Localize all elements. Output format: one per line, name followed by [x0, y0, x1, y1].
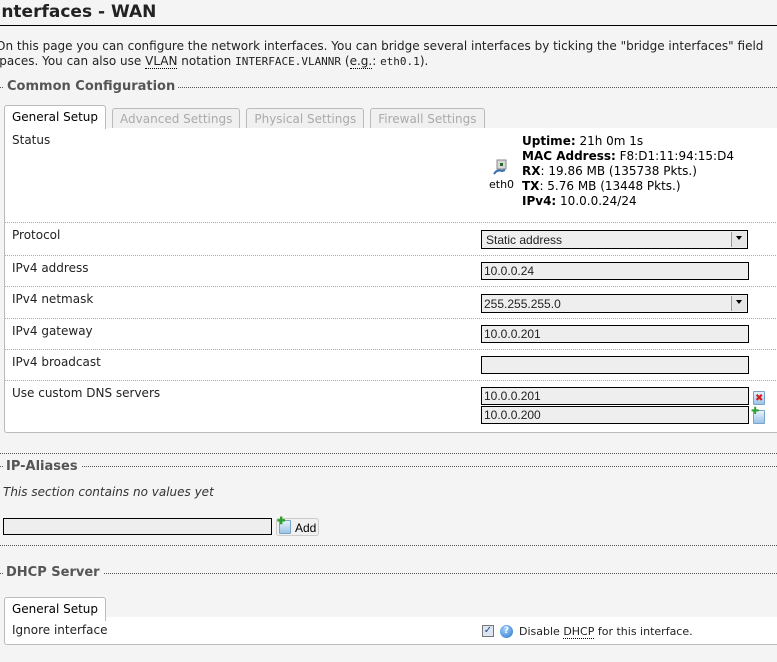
example-code: eth0.1 [380, 55, 420, 68]
protocol-selected-value: Static address [486, 233, 563, 247]
dns-server-input[interactable]: 10.0.0.200 [481, 406, 749, 424]
uptime-line: Uptime: 21h 0m 1s [522, 134, 734, 149]
ipv4-broadcast-input[interactable] [481, 356, 749, 374]
ipv4-address-label: IPv4 address [12, 261, 89, 275]
description-text: ). [419, 54, 429, 68]
status-info: Uptime: 21h 0m 1s MAC Address: F8:D1:11:… [522, 134, 734, 209]
tx-label: TX [522, 179, 540, 193]
rx-line: RX: 19.86 MB (135738 Pkts.) [522, 164, 734, 179]
chevron-down-icon [731, 296, 746, 311]
add-button-label: Add [295, 521, 317, 535]
device-name: eth0 [489, 178, 515, 191]
network-port-icon [493, 159, 507, 175]
dhcp-general-panel: Ignore interface ✓ ? Disable DHCP for th… [4, 617, 777, 645]
notation-code: INTERFACE.VLANNR [235, 55, 342, 68]
ignore-interface-checkbox[interactable]: ✓ [482, 625, 494, 637]
rx-label: RX [522, 164, 541, 178]
description-text: spaces. You can also use [0, 54, 146, 68]
ipv4-address-row: IPv4 address 10.0.0.24 [5, 256, 777, 287]
ipv4-address-input[interactable]: 10.0.0.24 [481, 262, 749, 280]
dhcp-tabs: General Setup [4, 597, 112, 621]
mac-value: F8:D1:11:94:15:D4 [615, 149, 734, 163]
protocol-select[interactable]: Static address [481, 230, 748, 249]
description-text: : [372, 54, 381, 68]
chevron-down-icon [731, 232, 746, 247]
ip-alias-name-input[interactable] [3, 518, 272, 535]
protocol-label: Protocol [12, 228, 61, 242]
help-icon: ? [500, 625, 513, 638]
add-dns-icon[interactable]: ✚ [751, 407, 765, 424]
uptime-label: Uptime: [522, 134, 576, 148]
ipv4-netmask-row: IPv4 netmask 255.255.255.0 [5, 287, 777, 319]
ipv4-gateway-row: IPv4 gateway 10.0.0.201 [5, 319, 777, 350]
section-border [0, 453, 777, 454]
ipv4-label: IPv4: [522, 194, 557, 208]
ipv4-gateway-input[interactable]: 10.0.0.201 [481, 325, 749, 343]
page-title: Interfaces - WAN [0, 2, 157, 22]
tab-general-setup[interactable]: General Setup [4, 105, 107, 129]
section-legend-dhcp: DHCP Server [3, 565, 103, 580]
ipv4-broadcast-label: IPv4 broadcast [12, 355, 101, 369]
ipv4-netmask-label: IPv4 netmask [12, 292, 94, 306]
common-tabs: General Setup Advanced Settings Physical… [4, 105, 491, 129]
status-row: Status eth0 Uptime: 21h 0m 1s MAC Addres… [5, 128, 777, 223]
vlan-abbr: VLAN [145, 54, 178, 69]
ipv4-broadcast-row: IPv4 broadcast [5, 350, 777, 381]
ignore-interface-description: Disable DHCP for this interface. [519, 625, 693, 639]
description-text: for this interface. [594, 625, 693, 638]
ipv4-netmask-select[interactable]: 255.255.255.0 [481, 294, 748, 313]
remove-dns-icon[interactable]: ✖ [753, 391, 765, 405]
page-description: On this page you can configure the netwo… [0, 39, 763, 69]
ipv4-gateway-label: IPv4 gateway [12, 324, 93, 338]
ignore-interface-row: Ignore interface ✓ ? Disable DHCP for th… [5, 617, 777, 644]
add-ip-alias-button[interactable]: ✚ Add [276, 517, 320, 536]
status-label: Status [12, 133, 51, 147]
ipv4-value: 10.0.0.24/24 [556, 194, 637, 208]
tx-line: TX: 5.76 MB (13448 Pkts.) [522, 179, 734, 194]
section-legend-common: Common Configuration [4, 79, 179, 94]
title-divider [0, 25, 777, 26]
section-legend-ip-aliases: IP-Aliases [3, 459, 81, 474]
uptime-value: 21h 0m 1s [575, 134, 644, 148]
section-border [0, 545, 777, 546]
rx-value: : 19.86 MB (135738 Pkts.) [540, 164, 697, 178]
section-border [0, 466, 777, 467]
netmask-selected-value: 255.255.255.0 [484, 297, 561, 311]
tab-firewall-settings[interactable]: Firewall Settings [370, 108, 485, 129]
dns-server-input[interactable]: 10.0.0.201 [481, 387, 749, 405]
mac-line: MAC Address: F8:D1:11:94:15:D4 [522, 149, 734, 164]
tab-physical-settings[interactable]: Physical Settings [246, 108, 365, 129]
description-text: notation [177, 54, 236, 68]
tx-value: : 5.76 MB (13448 Pkts.) [539, 179, 681, 193]
ip-aliases-empty-note: This section contains no values yet [3, 485, 214, 499]
tab-dhcp-general-setup[interactable]: General Setup [4, 597, 107, 621]
description-line-2: spaces. You can also use VLAN notation I… [0, 54, 763, 69]
mac-label: MAC Address: [522, 149, 616, 163]
description-text: ( [341, 54, 350, 68]
protocol-row: Protocol Static address [5, 223, 777, 256]
ipv4-line: IPv4: 10.0.0.24/24 [522, 194, 734, 209]
section-border [0, 573, 777, 574]
dns-row: Use custom DNS servers 10.0.0.201 ✖ 10.0… [5, 381, 777, 431]
tab-advanced-settings[interactable]: Advanced Settings [112, 108, 241, 129]
description-line-1: On this page you can configure the netwo… [0, 39, 764, 53]
eg-abbr: e.g. [349, 54, 373, 69]
add-icon: ✚ [277, 517, 291, 534]
general-setup-panel: Status eth0 Uptime: 21h 0m 1s MAC Addres… [4, 128, 777, 433]
ignore-interface-label: Ignore interface [12, 623, 108, 637]
description-text: Disable [519, 625, 564, 638]
dns-label: Use custom DNS servers [12, 386, 161, 400]
dhcp-abbr: DHCP [563, 625, 595, 639]
